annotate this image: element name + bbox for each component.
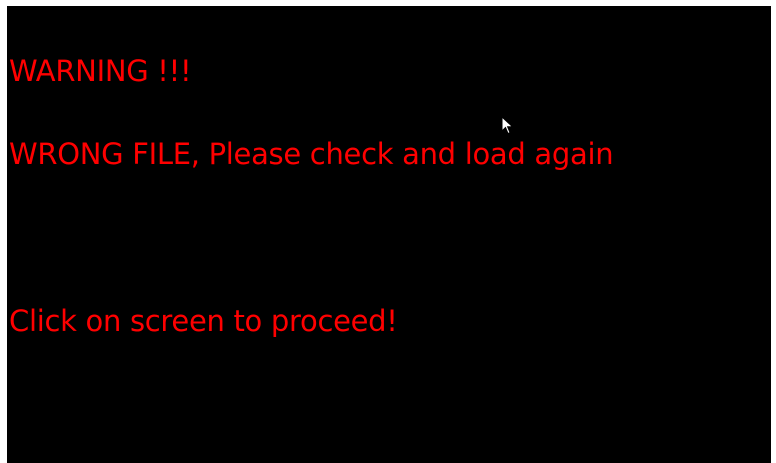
proceed-prompt: Click on screen to proceed! (9, 304, 398, 338)
error-message: WRONG FILE, Please check and load again (9, 137, 614, 171)
warning-title: WARNING !!! (9, 54, 192, 88)
warning-screen[interactable]: WARNING !!! WRONG FILE, Please check and… (7, 6, 771, 463)
mouse-pointer-icon (501, 116, 514, 135)
